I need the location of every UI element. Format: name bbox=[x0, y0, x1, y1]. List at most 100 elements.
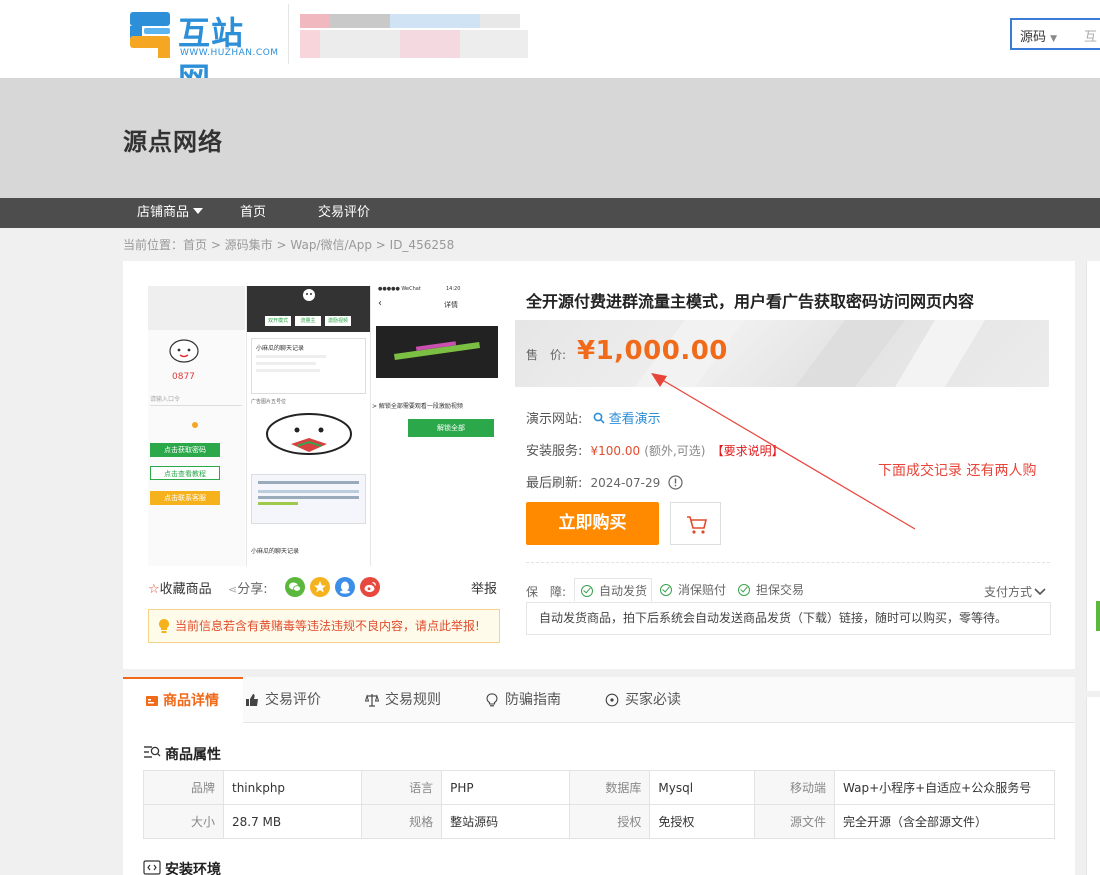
thumb-icon bbox=[246, 694, 258, 706]
install-label: 安装服务: bbox=[526, 444, 583, 459]
product-title: 全开源付费进群流量主模式，用户看广告获取密码访问网页内容 bbox=[526, 292, 975, 311]
preview-hint: 请输入口令 bbox=[150, 394, 242, 406]
environment-section-title: 安装环境 bbox=[143, 859, 221, 875]
price-label: 售 价: bbox=[526, 348, 567, 362]
detail-icon bbox=[146, 696, 158, 706]
report-warning[interactable]: 当前信息若含有黄赌毒等违法违规不良内容，请点此举报! bbox=[148, 609, 500, 643]
weibo-share-icon[interactable] bbox=[360, 577, 380, 597]
caret-down-icon bbox=[193, 208, 204, 214]
preview-time: 14:20 bbox=[446, 286, 461, 292]
buy-now-button[interactable]: 立即购买 bbox=[526, 502, 659, 545]
qq-share-icon[interactable] bbox=[335, 577, 355, 597]
search-box[interactable]: 源码 ▼ 互 bbox=[1010, 18, 1100, 50]
preview-chat-title: 小麻瓜的聊天记录 bbox=[256, 345, 305, 352]
preview-page-title: 详情 bbox=[444, 301, 458, 309]
detail-panel: 商品详情 交易评价 交易规则 防骗指南 买家必读 商品属性 品牌 thinkphp… bbox=[123, 677, 1075, 875]
chevron-down-icon bbox=[1034, 588, 1046, 596]
magnifier-icon bbox=[593, 412, 605, 424]
preview-caption: 广告图片五号位 bbox=[251, 399, 287, 405]
tab-anti-fraud[interactable]: 防骗指南 bbox=[485, 677, 561, 723]
site-logo[interactable]: 互站网 WWW.HUZHAN.COM bbox=[128, 6, 278, 98]
search-type-select[interactable]: 源码 ▼ bbox=[1020, 26, 1057, 45]
attribute-value: 完全开源（含全部源文件） bbox=[834, 804, 1055, 839]
tab-product-detail[interactable]: 商品详情 bbox=[123, 677, 243, 724]
guarantee-compensation[interactable]: 消保赔付 bbox=[660, 578, 726, 602]
attribute-value: thinkphp bbox=[222, 770, 363, 805]
delivery-description: 自动发货商品，拍下后系统会自动发送商品发货（下载）链接，随时可以购买，零等待。 bbox=[526, 602, 1051, 635]
preview-chat-footer: 小麻瓜的聊天记录 bbox=[251, 548, 300, 555]
shop-banner: 源点网络 bbox=[0, 78, 1100, 198]
preview-unlock-button: 解锁全部 bbox=[408, 419, 494, 437]
share-icon: ⋖ bbox=[228, 583, 238, 596]
star-outline-icon: ☆ bbox=[148, 582, 160, 597]
attribute-value: 免授权 bbox=[649, 804, 755, 839]
search-input[interactable]: 互 bbox=[1084, 26, 1097, 45]
payment-methods-toggle[interactable]: 支付方式 bbox=[984, 583, 1046, 600]
scale-icon bbox=[365, 694, 379, 707]
annotation-text: 下面成交记录 还有两人购 bbox=[878, 463, 1037, 479]
guarantee-escrow[interactable]: 担保交易 bbox=[738, 578, 804, 602]
tab-trade-rules[interactable]: 交易规则 bbox=[365, 677, 441, 723]
preview-tab-1: 双开模式 bbox=[265, 316, 291, 326]
demo-label: 演示网站: bbox=[526, 412, 583, 427]
preview-dot bbox=[192, 422, 198, 428]
report-link[interactable]: 举报 bbox=[471, 578, 497, 597]
tab-buyer-notice[interactable]: 买家必读 bbox=[605, 677, 681, 723]
price-value: ¥1,000.00 bbox=[577, 336, 728, 366]
guarantee-label: 保 障: bbox=[526, 585, 567, 599]
wechat-share-icon[interactable] bbox=[285, 577, 305, 597]
blurred-banner-ad bbox=[300, 14, 528, 58]
attribute-key: 授权 bbox=[569, 804, 651, 839]
divider-dashed bbox=[526, 562, 1050, 563]
preview-status-bar: ●●●●● WeChat bbox=[378, 286, 421, 292]
right-sidebar-edge bbox=[1086, 261, 1100, 875]
breadcrumb[interactable]: 当前位置：首页 > 源码集市 > Wap/微信/App > ID_456258 bbox=[123, 236, 454, 253]
preview-screen-left: 0877 请输入口令 点击获取密码 点击查看教程 点击联系客服 bbox=[148, 286, 245, 566]
tab-reviews[interactable]: 交易评价 bbox=[245, 677, 321, 723]
attribute-value: PHP bbox=[441, 770, 571, 805]
attribute-value: 整站源码 bbox=[441, 804, 571, 839]
guarantee-row: 保 障: 自动发货 消保赔付 担保交易 支付方式 bbox=[526, 578, 1050, 602]
mascot-illustration-icon bbox=[266, 413, 352, 455]
attribute-value: Wap+小程序+自适应+公众服务号 bbox=[834, 770, 1055, 805]
preview-btn-3: 点击联系客服 bbox=[150, 491, 220, 505]
code-icon bbox=[143, 860, 161, 875]
check-circle-icon bbox=[581, 585, 593, 597]
preview-screen-middle: 双开模式 流量主 激励视频 小麻瓜的聊天记录 广告图片五号位 小麻瓜的聊天记录 bbox=[246, 286, 371, 566]
list-search-icon bbox=[144, 746, 161, 758]
attribute-value: 28.7 MB bbox=[222, 804, 363, 839]
preview-btn-2: 点击查看教程 bbox=[150, 466, 220, 480]
warning-text: 当前信息若含有黄赌毒等违法违规不良内容，请点此举报! bbox=[175, 619, 480, 633]
qzone-share-icon[interactable] bbox=[310, 577, 330, 597]
install-price: ¥100.00 bbox=[590, 444, 641, 458]
guarantee-auto-delivery[interactable]: 自动发货 bbox=[574, 578, 652, 602]
refresh-label: 最后刷新: bbox=[526, 476, 583, 491]
info-icon bbox=[605, 693, 619, 707]
preview-video-frame bbox=[376, 326, 498, 378]
nav-home[interactable]: 首页 bbox=[240, 198, 266, 228]
favorite-button[interactable]: ☆收藏商品 bbox=[148, 578, 212, 597]
avatar-icon bbox=[303, 289, 315, 301]
logo-mark-icon bbox=[130, 12, 170, 58]
annotation-arrow bbox=[651, 373, 916, 530]
nav-reviews[interactable]: 交易评价 bbox=[318, 198, 370, 228]
attributes-table: 品牌 thinkphp 语言 PHP 数据库 Mysql 移动端 Wap+小程序+自适应+公众… bbox=[143, 770, 1055, 839]
attribute-value: Mysql bbox=[649, 770, 755, 805]
table-row: 大小 28.7 MB 规格 整站源码 授权 免授权 源文件 完全开源（含全部源文件） bbox=[143, 804, 1055, 839]
preview-table-image bbox=[251, 474, 366, 524]
bulb-icon bbox=[486, 693, 498, 707]
bulb-icon bbox=[159, 619, 169, 633]
attribute-key: 规格 bbox=[361, 804, 443, 839]
preview-tab-3: 激励视频 bbox=[325, 316, 351, 326]
shop-name: 源点网络 bbox=[123, 128, 223, 156]
detail-tabs: 商品详情 交易评价 交易规则 防骗指南 买家必读 bbox=[123, 677, 1075, 724]
product-image[interactable]: 0877 请输入口令 点击获取密码 点击查看教程 点击联系客服 双开模式 流量主… bbox=[148, 286, 498, 566]
preview-chat-card: 小麻瓜的聊天记录 bbox=[251, 338, 366, 394]
demo-row: 演示网站: 查看演示 bbox=[526, 408, 661, 427]
back-chevron-icon: ‹ bbox=[378, 298, 382, 309]
attribute-key: 数据库 bbox=[569, 770, 651, 805]
preview-btn-1: 点击获取密码 bbox=[150, 443, 220, 457]
nav-shop-products[interactable]: 店铺商品 bbox=[137, 198, 204, 228]
product-actions: ☆收藏商品 ⋖分享: 举报 bbox=[148, 577, 500, 597]
attribute-key: 品牌 bbox=[143, 770, 224, 805]
